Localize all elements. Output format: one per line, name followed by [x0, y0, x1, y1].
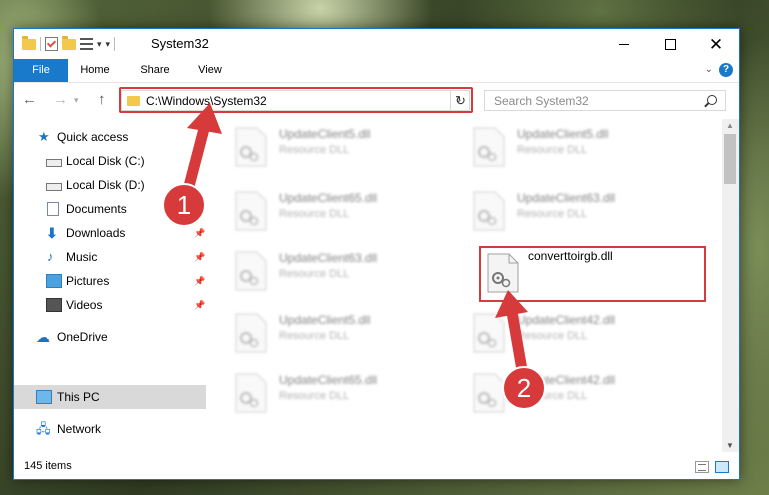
star-icon: ★ [38, 129, 50, 144]
dll-file-icon [473, 313, 505, 353]
title-bar: ▾ ▾ System32 ✕ [14, 29, 739, 59]
dll-file-icon [235, 191, 267, 231]
pictures-icon [46, 274, 62, 288]
file-list: UpdateClient5.dll Resource DLL UpdateCli… [208, 119, 720, 450]
pin-icon[interactable]: 📌 [194, 228, 205, 239]
file-item[interactable]: UpdateClient5.dll Resource DLL [472, 123, 672, 173]
dll-file-icon [235, 251, 267, 291]
disk-icon [46, 182, 62, 191]
properties-icon[interactable] [80, 38, 93, 50]
properties-check-icon[interactable] [45, 37, 58, 51]
vertical-scrollbar[interactable]: ▲ ▼ [722, 119, 739, 452]
sidebar-item-pictures[interactable]: Pictures 📌 [14, 269, 206, 293]
toolbar-divider [114, 37, 116, 51]
maximize-icon [664, 38, 676, 50]
folder-icon[interactable] [22, 35, 36, 50]
dll-file-icon [235, 313, 267, 353]
scroll-thumb[interactable] [724, 134, 736, 184]
navigation-bar: ← → ▾ ↑ C:\Windows\System32 ⌄ ↻ Search S… [14, 83, 739, 117]
file-item[interactable]: UpdateClient63.dll Resource DLL [234, 247, 434, 297]
tab-file[interactable]: File [14, 59, 68, 82]
dll-file-icon [473, 127, 505, 167]
close-icon: ✕ [708, 34, 724, 54]
file-item[interactable]: UpdateClient42.dll Resource DLL [472, 309, 672, 359]
sidebar-item-this-pc[interactable]: This PC [14, 385, 206, 409]
sidebar-item-music[interactable]: ♪ Music 📌 [14, 245, 206, 269]
pin-icon[interactable]: 📌 [194, 252, 205, 263]
expand-ribbon-icon[interactable]: ⌄ [705, 64, 713, 75]
back-button[interactable]: ← [22, 91, 37, 108]
file-item[interactable]: UpdateClient63.dll Resource DLL [472, 187, 672, 237]
search-box[interactable]: Search System32 [484, 90, 726, 111]
disk-icon [46, 158, 62, 167]
videos-icon [46, 298, 62, 312]
details-view-icon[interactable] [695, 461, 709, 473]
file-highlight-box [479, 246, 706, 302]
forward-button[interactable]: → [53, 91, 68, 108]
music-icon: ♪ [47, 249, 54, 264]
dll-file-icon [473, 191, 505, 231]
file-explorer-window: ▾ ▾ System32 ✕ File Home Share View ⌄ ? … [13, 28, 740, 480]
sidebar-item-videos[interactable]: Videos 📌 [14, 293, 206, 317]
search-icon[interactable] [707, 95, 717, 105]
scroll-down-icon[interactable]: ▼ [726, 441, 734, 450]
ribbon: File Home Share View ⌄ ? [14, 59, 739, 83]
customize-toolbar-icon[interactable]: ▾ [106, 39, 111, 50]
maximize-button[interactable] [647, 29, 693, 59]
close-button[interactable]: ✕ [693, 29, 739, 59]
file-item[interactable]: UpdateClient5.dll Resource DLL [234, 309, 434, 359]
minimize-button[interactable] [601, 29, 647, 59]
pin-icon[interactable]: 📌 [194, 300, 205, 311]
tab-view[interactable]: View [190, 59, 230, 82]
navigation-pane: ★ Quick access Local Disk (C:) Local Dis… [14, 119, 206, 450]
computer-icon [36, 390, 52, 404]
toolbar-divider [40, 37, 41, 51]
sidebar-item-network[interactable]: 🖧 Network [14, 417, 206, 441]
dll-file-icon [473, 373, 505, 413]
large-icons-view-icon[interactable] [715, 461, 729, 473]
status-bar: 145 items [14, 457, 739, 479]
address-highlight-box [119, 87, 473, 113]
sidebar-item-quick-access[interactable]: ★ Quick access [14, 125, 206, 149]
step-1-badge: 1 [162, 183, 206, 227]
step-2-badge: 2 [502, 366, 546, 410]
tab-home[interactable]: Home [74, 59, 116, 82]
quick-access-toolbar: ▾ ▾ [22, 35, 116, 53]
network-icon: 🖧 [36, 421, 51, 436]
window-title: System32 [151, 36, 209, 51]
minimize-icon [619, 43, 629, 45]
help-icon[interactable]: ? [719, 63, 733, 77]
pin-icon[interactable]: 📌 [194, 276, 205, 287]
recent-locations-icon[interactable]: ▾ [74, 95, 79, 106]
up-button[interactable]: ↑ [98, 91, 106, 108]
cloud-icon: ☁ [36, 329, 50, 345]
dll-file-icon [235, 373, 267, 413]
search-input[interactable]: Search System32 [494, 94, 589, 108]
documents-icon [47, 202, 59, 216]
new-folder-icon[interactable] [62, 35, 76, 50]
scroll-up-icon[interactable]: ▲ [726, 121, 734, 130]
downloads-icon: ⬇ [46, 225, 58, 241]
file-item[interactable]: UpdateClient65.dll Resource DLL [234, 187, 434, 237]
chevron-down-icon[interactable]: ▾ [97, 39, 102, 50]
tab-share[interactable]: Share [132, 59, 178, 82]
item-count: 145 items [24, 460, 72, 472]
file-item[interactable]: UpdateClient65.dll Resource DLL [234, 369, 434, 419]
dll-file-icon [235, 127, 267, 167]
sidebar-item-onedrive[interactable]: ☁ OneDrive [14, 325, 206, 349]
file-item[interactable]: UpdateClient5.dll Resource DLL [234, 123, 434, 173]
sidebar-item-local-disk-c[interactable]: Local Disk (C:) [14, 149, 206, 173]
